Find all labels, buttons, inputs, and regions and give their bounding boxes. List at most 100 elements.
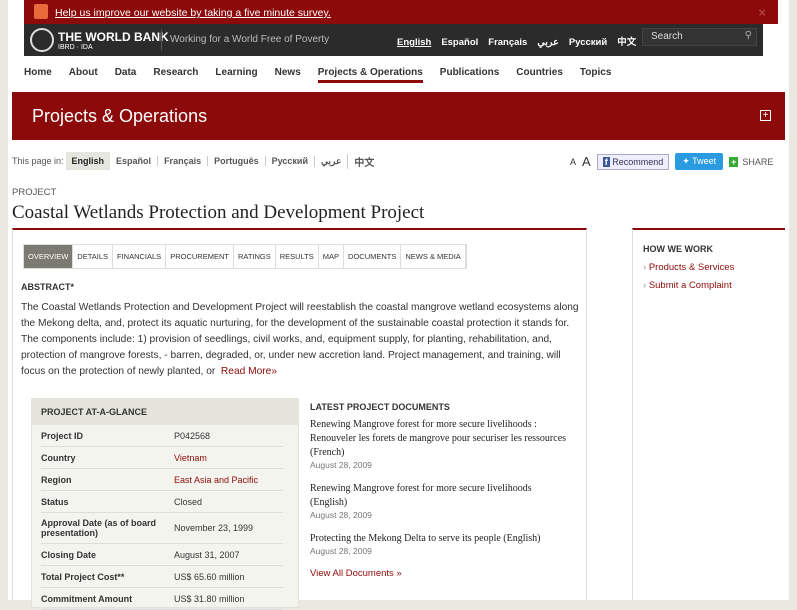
document-title[interactable]: Protecting the Mekong Delta to serve its… bbox=[310, 532, 570, 546]
share-label: SHARE bbox=[742, 156, 774, 167]
project-kicker: PROJECT bbox=[12, 187, 57, 198]
page-tools: A A f Recommend ✦ Tweet + SHARE bbox=[570, 153, 773, 170]
survey-link[interactable]: Help us improve our website by taking a … bbox=[55, 7, 331, 19]
tab-map[interactable]: MAP bbox=[319, 245, 345, 268]
tab-results[interactable]: RESULTS bbox=[276, 245, 319, 268]
glance-row: Region East Asia and Pacific bbox=[41, 469, 283, 491]
tab-news-media[interactable]: NEWS & MEDIA bbox=[401, 245, 466, 268]
search-placeholder: Search bbox=[651, 31, 683, 42]
search-input[interactable]: Search ⚲ bbox=[642, 28, 757, 46]
project-content: OVERVIEW DETAILS FINANCIALS PROCUREMENT RATI… bbox=[12, 228, 587, 610]
glance-key: Closing Date bbox=[41, 549, 97, 560]
share-button[interactable]: + SHARE bbox=[729, 156, 774, 167]
lang-russian[interactable]: Русский bbox=[569, 37, 607, 48]
sidebar: HOW WE WORK Products & Services Submit a… bbox=[632, 228, 785, 600]
abstract-text: The Coastal Wetlands Protection and Deve… bbox=[21, 300, 581, 380]
nav-countries[interactable]: Countries bbox=[516, 67, 563, 78]
tweet-button[interactable]: ✦ Tweet bbox=[675, 153, 724, 170]
tab-documents[interactable]: DOCUMENTS bbox=[344, 245, 402, 268]
lang-english[interactable]: English bbox=[397, 37, 431, 48]
survey-bar: Help us improve our website by taking a … bbox=[24, 0, 778, 24]
main-nav: Home About Data Research Learning News Project… bbox=[24, 67, 628, 83]
glance-row: Approval Date (as of board presentation)… bbox=[41, 513, 283, 544]
tagline: Working for a World Free of Poverty bbox=[170, 34, 330, 45]
tab-details[interactable]: DETAILS bbox=[73, 245, 113, 268]
lang-spanish[interactable]: Español bbox=[441, 37, 478, 48]
glance-value: US$ 31.80 million bbox=[174, 593, 245, 604]
document-item: Renewing Mangrove forest for more secure… bbox=[310, 482, 570, 520]
page-lang-french[interactable]: Français bbox=[157, 156, 207, 166]
glance-key: Region bbox=[41, 474, 72, 485]
page-lang-chinese[interactable]: 中文 bbox=[347, 153, 380, 169]
sidebar-link-products-services[interactable]: Products & Services bbox=[643, 262, 785, 273]
expand-icon[interactable]: + bbox=[760, 110, 771, 121]
lang-chinese[interactable]: 中文 bbox=[617, 37, 636, 48]
document-date: August 28, 2009 bbox=[310, 546, 372, 556]
language-switcher: EnglishEspañolFrançaisعربيРусский中文▸ bbox=[397, 34, 661, 48]
document-title[interactable]: Renewing Mangrove forest for more secure… bbox=[310, 418, 570, 460]
project-at-a-glance: PROJECT AT-A-GLANCE Project ID P042568 Cou… bbox=[31, 398, 299, 610]
view-all-documents-link[interactable]: View All Documents » bbox=[310, 568, 570, 579]
lang-arabic[interactable]: عربي bbox=[537, 37, 558, 48]
document-date: August 28, 2009 bbox=[310, 510, 372, 520]
page-lang-portuguese[interactable]: Português bbox=[207, 156, 265, 166]
glance-value: Closed bbox=[174, 496, 203, 507]
abstract-heading: ABSTRACT* bbox=[21, 282, 74, 292]
section-title: Projects & Operations bbox=[32, 106, 208, 126]
tab-financials[interactable]: FINANCIALS bbox=[113, 245, 167, 268]
recommend-label: Recommend bbox=[612, 156, 664, 167]
tab-procurement[interactable]: PROCUREMENT bbox=[166, 245, 234, 268]
glance-value: US$ 65.60 million bbox=[174, 571, 245, 582]
page-title: Coastal Wetlands Protection and Developm… bbox=[12, 202, 425, 223]
document-item: Renewing Mangrove forest for more secure… bbox=[310, 418, 570, 470]
glance-row: Closing Date August 31, 2007 bbox=[41, 544, 283, 566]
nav-publications[interactable]: Publications bbox=[440, 67, 499, 78]
page-lang-english[interactable]: English bbox=[65, 152, 111, 170]
search-icon[interactable]: ⚲ bbox=[745, 30, 752, 41]
nav-projects[interactable]: Projects & Operations bbox=[317, 67, 423, 83]
glance-row: Commitment Amount US$ 31.80 million bbox=[41, 588, 283, 610]
glance-value: August 31, 2007 bbox=[174, 549, 240, 560]
tab-overview[interactable]: OVERVIEW bbox=[24, 245, 74, 268]
sidebar-link-submit-complaint[interactable]: Submit a Complaint bbox=[643, 280, 785, 291]
glance-key: Approval Date (as of board presentation) bbox=[41, 518, 157, 538]
nav-research[interactable]: Research bbox=[153, 67, 198, 78]
divider bbox=[161, 30, 162, 50]
documents-heading: LATEST PROJECT DOCUMENTS bbox=[310, 402, 450, 412]
document-title[interactable]: Renewing Mangrove forest for more secure… bbox=[310, 482, 570, 510]
page-lang-arabic[interactable]: عربي bbox=[313, 155, 347, 167]
nav-learning[interactable]: Learning bbox=[215, 67, 257, 78]
page-lang-russian[interactable]: Русский bbox=[264, 156, 314, 166]
glance-value[interactable]: East Asia and Pacific bbox=[174, 475, 258, 485]
nav-news[interactable]: News bbox=[275, 67, 301, 78]
tweet-label: Tweet bbox=[692, 156, 717, 166]
glance-heading: PROJECT AT-A-GLANCE bbox=[32, 399, 298, 425]
page-language-bar: This page in: English Español Français P… bbox=[12, 152, 380, 170]
document-item: Protecting the Mekong Delta to serve its… bbox=[310, 532, 570, 556]
glance-row: Status Closed bbox=[41, 491, 283, 513]
tab-ratings[interactable]: RATINGS bbox=[234, 245, 276, 268]
nav-home[interactable]: Home bbox=[24, 67, 52, 78]
glance-key: Commitment Amount bbox=[41, 593, 133, 604]
world-bank-logo-icon[interactable] bbox=[30, 28, 54, 52]
read-more-link[interactable]: Read More» bbox=[221, 366, 277, 377]
close-icon[interactable]: × bbox=[758, 5, 766, 20]
recommend-button[interactable]: f Recommend bbox=[596, 153, 670, 170]
nav-data[interactable]: Data bbox=[115, 67, 137, 78]
glance-key: Country bbox=[41, 452, 76, 463]
glance-value: November 23, 1999 bbox=[174, 523, 254, 533]
brand-sub: IBRD · IDA bbox=[58, 44, 93, 51]
nav-about[interactable]: About bbox=[69, 67, 98, 78]
nav-topics[interactable]: Topics bbox=[580, 67, 611, 78]
page-lang-spanish[interactable]: Español bbox=[110, 156, 157, 166]
lang-french[interactable]: Français bbox=[488, 37, 527, 48]
font-small-button[interactable]: A bbox=[570, 157, 576, 167]
survey-icon bbox=[34, 4, 48, 19]
glance-value[interactable]: Vietnam bbox=[174, 453, 207, 463]
font-large-button[interactable]: A bbox=[582, 154, 591, 169]
brand[interactable]: THE WORLD BANK IBRD · IDA bbox=[58, 30, 169, 51]
sidebar-heading: HOW WE WORK bbox=[643, 244, 713, 254]
glance-key: Status bbox=[41, 496, 69, 507]
facebook-icon: f bbox=[602, 156, 610, 167]
glance-row: Project ID P042568 bbox=[41, 425, 283, 447]
